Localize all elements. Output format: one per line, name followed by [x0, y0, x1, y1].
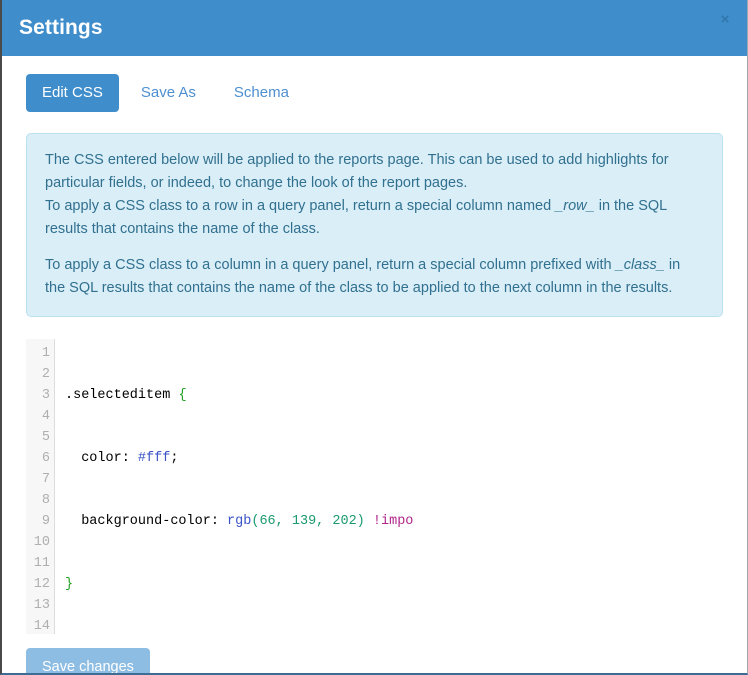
code-text-area[interactable]: .selecteditem { color: #fff; background-… — [55, 339, 723, 634]
line-number: 4 — [41, 409, 50, 424]
info-paragraph-2: To apply a CSS class to a row in a query… — [45, 195, 704, 241]
line-number: 14 — [33, 619, 50, 634]
code-line-1: .selecteditem { — [65, 385, 723, 406]
line-number: 1 — [41, 346, 50, 361]
line-number: 12 — [33, 577, 50, 592]
token-brace: } — [65, 577, 74, 592]
info-panel: The CSS entered below will be applied to… — [26, 133, 723, 317]
line-number: 3 — [41, 388, 50, 403]
info-paragraph-2-text-a: To apply a CSS class to a row in a query… — [45, 198, 556, 214]
line-number: 6 — [41, 451, 50, 466]
line-number-gutter: 1 2 3 4 5 6 7 8 9 10 11 12 13 14 — [26, 339, 55, 634]
info-paragraph-1: The CSS entered below will be applied to… — [45, 152, 669, 191]
css-editor[interactable]: 1 2 3 4 5 6 7 8 9 10 11 12 13 14 .select… — [26, 339, 723, 634]
tab-edit-css[interactable]: Edit CSS — [26, 74, 119, 112]
line-number: 7 — [41, 472, 50, 487]
info-paragraph-2-emphasis: _row_ — [555, 198, 595, 214]
code-line-4: } — [65, 574, 723, 595]
token-color-value: #fff — [137, 451, 171, 466]
info-paragraph-3: To apply a CSS class to a column in a qu… — [45, 254, 704, 300]
token-selector: .selecteditem — [65, 388, 171, 403]
modal-body: Edit CSS Save As Schema The CSS entered … — [2, 56, 747, 673]
line-number: 5 — [41, 430, 50, 445]
line-number: 11 — [33, 556, 50, 571]
code-line-3: background-color: rgb(66, 139, 202) !imp… — [65, 511, 723, 532]
settings-modal: Settings × Edit CSS Save As Schema The C… — [0, 0, 748, 675]
token-property: background-color: — [65, 514, 219, 529]
code-editor-inner[interactable]: 1 2 3 4 5 6 7 8 9 10 11 12 13 14 .select… — [26, 339, 723, 634]
close-icon[interactable]: × — [715, 10, 735, 30]
tab-save-as[interactable]: Save As — [125, 74, 212, 112]
token-arguments: (66, 139, 202) — [251, 514, 365, 529]
code-line-2: color: #fff; — [65, 448, 723, 469]
page-title: Settings — [19, 16, 103, 39]
token-important: !impo — [372, 514, 414, 529]
line-number: 2 — [41, 367, 50, 382]
token-semicolon: ; — [170, 451, 179, 466]
token-property: color: — [65, 451, 130, 466]
modal-footer: Save changes — [2, 634, 747, 673]
line-number: 9 — [41, 514, 50, 529]
tab-schema[interactable]: Schema — [218, 74, 305, 112]
token-function: rgb — [227, 514, 252, 529]
tab-bar: Edit CSS Save As Schema — [2, 56, 747, 112]
modal-header: Settings × — [2, 0, 747, 56]
info-paragraph-3-text-a: To apply a CSS class to a column in a qu… — [45, 257, 616, 273]
line-number: 8 — [41, 493, 50, 508]
save-changes-button[interactable]: Save changes — [26, 648, 150, 673]
line-number: 10 — [33, 535, 50, 550]
token-brace: { — [178, 388, 187, 403]
line-number: 13 — [33, 598, 50, 613]
info-paragraph-3-emphasis: _class_ — [615, 257, 665, 273]
